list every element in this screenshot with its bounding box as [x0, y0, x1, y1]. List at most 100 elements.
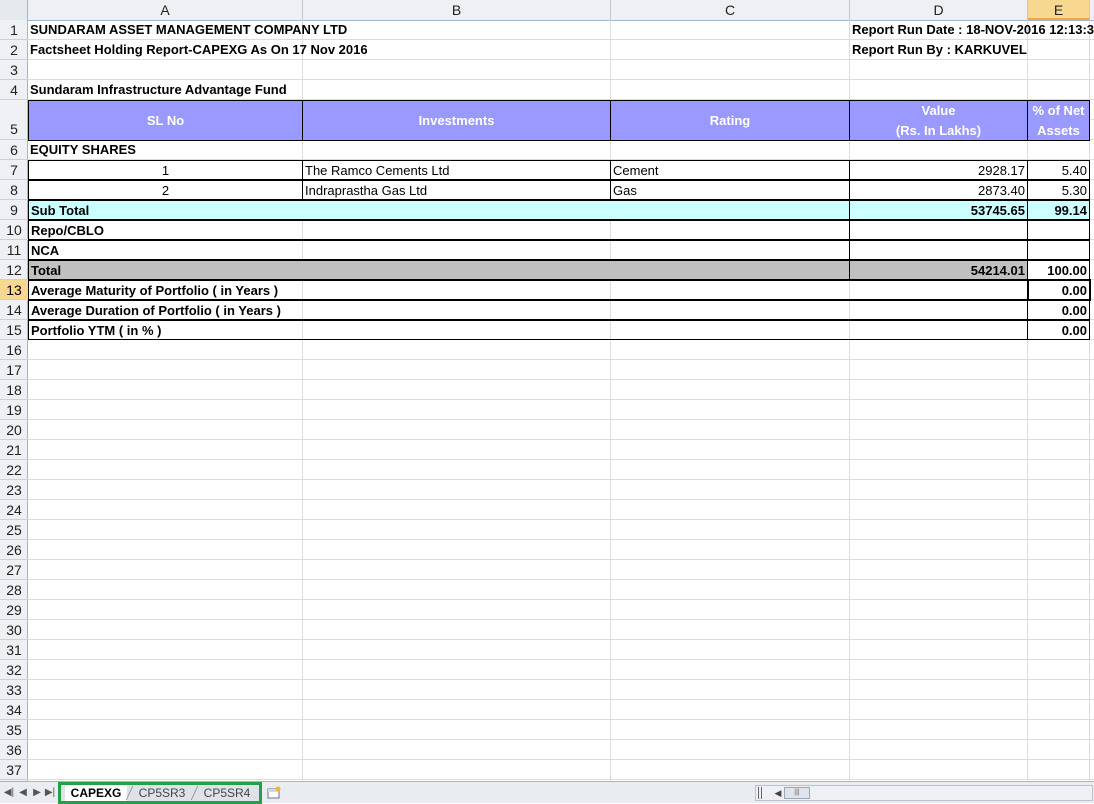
report-title-cell[interactable]: Factsheet Holding Report-CAPEXG As On 17… [28, 40, 602, 60]
subtotal-pct-cell[interactable]: 99.14 [1027, 200, 1090, 220]
holding-pct-cell[interactable]: 5.30 [1027, 180, 1090, 200]
header-pct-line1: % of Net [1032, 102, 1085, 118]
row-header-10[interactable]: 10 [0, 220, 28, 240]
total-label-cell[interactable]: Total [28, 260, 850, 280]
column-header-c[interactable]: C [611, 0, 850, 20]
equity-shares-label[interactable]: EQUITY SHARES [28, 140, 303, 160]
avg-duration-label-cell[interactable]: Average Duration of Portfolio ( in Years… [28, 300, 1028, 320]
header-investments-label: Investments [418, 112, 495, 128]
row-header-18[interactable]: 18 [0, 380, 28, 400]
row-header-27[interactable]: 27 [0, 560, 28, 580]
nca-pct-cell[interactable] [1027, 240, 1090, 260]
row-header-28[interactable]: 28 [0, 580, 28, 600]
column-header-d[interactable]: D [850, 0, 1028, 20]
row-header-36[interactable]: 36 [0, 740, 28, 760]
header-value-line1: Value [921, 102, 956, 118]
row-header-33[interactable]: 33 [0, 680, 28, 700]
row-header-25[interactable]: 25 [0, 520, 28, 540]
row-header-19[interactable]: 19 [0, 400, 28, 420]
row-header-8[interactable]: 8 [0, 180, 28, 200]
holding-value-cell[interactable]: 2928.17 [849, 160, 1028, 180]
row-header-4[interactable]: 4 [0, 80, 28, 100]
avg-maturity-label-cell[interactable]: Average Maturity of Portfolio ( in Years… [28, 280, 1028, 300]
tab-cp5sr4[interactable]: CP5SR4 [196, 785, 258, 801]
holding-sl-cell[interactable]: 1 [28, 160, 303, 180]
subtotal-label-cell[interactable]: Sub Total [28, 200, 850, 220]
nca-value-cell[interactable] [849, 240, 1028, 260]
row-header-16[interactable]: 16 [0, 340, 28, 360]
row-header-29[interactable]: 29 [0, 600, 28, 620]
row-header-14[interactable]: 14 [0, 300, 28, 320]
repo-cblo-label-cell[interactable]: Repo/CBLO [28, 220, 850, 240]
row-header-7[interactable]: 7 [0, 160, 28, 180]
repo-cblo-value-cell[interactable] [849, 220, 1028, 240]
row-header-5[interactable]: 5 [0, 100, 28, 140]
scroll-left-icon[interactable]: ◀ [772, 787, 784, 799]
split-handle[interactable] [758, 787, 762, 799]
row-header-15[interactable]: 15 [0, 320, 28, 340]
next-sheet-icon[interactable]: ▶ [31, 786, 43, 800]
column-header-e[interactable]: E [1028, 0, 1090, 20]
row-header-26[interactable]: 26 [0, 540, 28, 560]
row-header-column: 1 2 3 4 5 6 7 8 9 10 11 12 13 14 15 16 17 18 19 20 21 22 23 24 2… [0, 20, 28, 781]
holding-name-cell[interactable]: Indraprastha Gas Ltd [302, 180, 611, 200]
select-all-corner[interactable] [0, 0, 28, 20]
company-name-cell[interactable]: SUNDARAM ASSET MANAGEMENT COMPANY LTD [28, 20, 602, 40]
worksheet-grid[interactable]: SUNDARAM ASSET MANAGEMENT COMPANY LTD Re… [28, 20, 1094, 781]
row-header-23[interactable]: 23 [0, 480, 28, 500]
header-sl-no[interactable]: SL No [28, 100, 303, 141]
repo-cblo-pct-cell[interactable] [1027, 220, 1090, 240]
row-header-22[interactable]: 22 [0, 460, 28, 480]
row-header-9[interactable]: 9 [0, 200, 28, 220]
total-pct-cell[interactable]: 100.00 [1027, 260, 1090, 280]
tab-capexg[interactable]: CAPEXG [65, 785, 127, 801]
row-header-20[interactable]: 20 [0, 420, 28, 440]
holding-sl-cell[interactable]: 2 [28, 180, 303, 200]
row-header-31[interactable]: 31 [0, 640, 28, 660]
row-header-21[interactable]: 21 [0, 440, 28, 460]
first-sheet-icon[interactable]: ◀| [3, 786, 15, 800]
ytm-label-cell[interactable]: Portfolio YTM ( in % ) [28, 320, 1028, 340]
avg-duration-value-cell[interactable]: 0.00 [1027, 300, 1090, 320]
row-header-13[interactable]: 13 [0, 280, 28, 300]
holding-value-cell[interactable]: 2873.40 [849, 180, 1028, 200]
tab-cp5sr3[interactable]: CP5SR3 [131, 785, 193, 801]
row-header-35[interactable]: 35 [0, 720, 28, 740]
row-header-17[interactable]: 17 [0, 360, 28, 380]
header-value-line2: (Rs. In Lakhs) [895, 122, 982, 138]
row-header-32[interactable]: 32 [0, 660, 28, 680]
holding-pct-cell[interactable]: 5.40 [1027, 160, 1090, 180]
fund-name-cell[interactable]: Sundaram Infrastructure Advantage Fund [28, 80, 602, 100]
horizontal-scrollbar[interactable]: ◀ ||| [755, 785, 1093, 801]
header-value[interactable]: Value (Rs. In Lakhs) [849, 100, 1028, 141]
row-header-37[interactable]: 37 [0, 760, 28, 780]
ytm-value-cell[interactable]: 0.00 [1027, 320, 1090, 340]
prev-sheet-icon[interactable]: ◀ [17, 786, 29, 800]
header-pct-net-assets[interactable]: % of Net Assets [1027, 100, 1090, 141]
row-header-6[interactable]: 6 [0, 140, 28, 160]
row-header-11[interactable]: 11 [0, 240, 28, 260]
row-header-3[interactable]: 3 [0, 60, 28, 80]
report-run-by-cell[interactable]: Report Run By : KARKUVEL [850, 40, 1090, 60]
nca-label-cell[interactable]: NCA [28, 240, 850, 260]
report-run-date-cell[interactable]: Report Run Date : 18-NOV-2016 12:13:3 [850, 20, 1094, 40]
row-header-12[interactable]: 12 [0, 260, 28, 280]
column-header-a[interactable]: A [28, 0, 303, 20]
last-sheet-icon[interactable]: ▶| [44, 786, 56, 800]
row-header-30[interactable]: 30 [0, 620, 28, 640]
scroll-thumb[interactable]: ||| [784, 787, 810, 799]
column-header-b[interactable]: B [303, 0, 611, 20]
holding-name-cell[interactable]: The Ramco Cements Ltd [302, 160, 611, 180]
header-sl-no-label: SL No [146, 112, 185, 128]
holding-rating-cell[interactable]: Gas [610, 180, 850, 200]
total-value-cell[interactable]: 54214.01 [849, 260, 1028, 280]
subtotal-value-cell[interactable]: 53745.65 [849, 200, 1028, 220]
new-sheet-icon[interactable] [266, 786, 282, 800]
row-header-34[interactable]: 34 [0, 700, 28, 720]
row-header-1[interactable]: 1 [0, 20, 28, 40]
header-rating[interactable]: Rating [610, 100, 850, 141]
row-header-24[interactable]: 24 [0, 500, 28, 520]
header-investments[interactable]: Investments [302, 100, 611, 141]
row-header-2[interactable]: 2 [0, 40, 28, 60]
holding-rating-cell[interactable]: Cement [610, 160, 850, 180]
